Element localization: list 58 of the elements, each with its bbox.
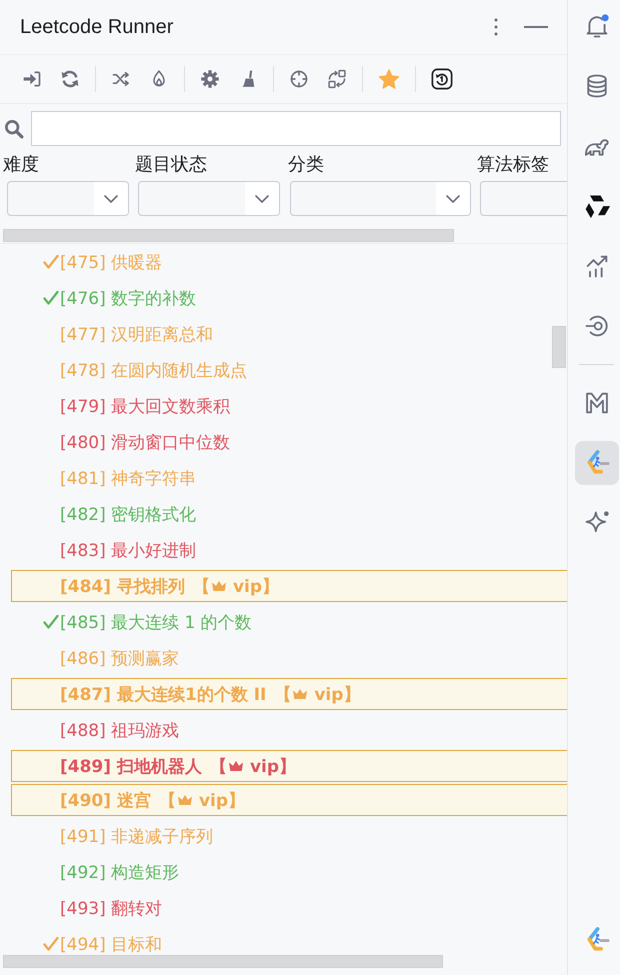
- horizontal-scrollbar-thumb[interactable]: [3, 229, 454, 242]
- problem-title[interactable]: [476] 数字的补数: [60, 286, 196, 310]
- panel-title: Leetcode Runner: [20, 16, 174, 38]
- horizontal-scrollbar-thumb[interactable]: [3, 955, 443, 968]
- tag-bracket: 【: [192, 576, 210, 598]
- star-icon[interactable]: [378, 68, 400, 90]
- problem-title[interactable]: [493] 翻转对: [60, 896, 162, 920]
- chevron-down-icon: [255, 194, 269, 202]
- history-icon[interactable]: [431, 68, 453, 90]
- tag-bracket: 【: [210, 756, 227, 778]
- crosshair-icon[interactable]: [289, 69, 309, 89]
- filter-label: 难度: [3, 153, 40, 175]
- swap-icon[interactable]: [327, 69, 347, 89]
- search-icon[interactable]: [3, 118, 25, 140]
- problem-title[interactable]: [477] 汉明距离总和: [60, 322, 214, 346]
- problem-title[interactable]: [491] 非递减子序列: [60, 824, 214, 848]
- problem-title[interactable]: [481] 神奇字符串: [60, 466, 196, 490]
- crown-icon: [210, 580, 227, 592]
- problem-title[interactable]: [488] 祖玛游戏: [60, 718, 180, 742]
- vip-label: vip】: [232, 576, 280, 598]
- problem-title[interactable]: [478] 在圆内随机生成点: [60, 358, 248, 382]
- problem-title[interactable]: [486] 预测赢家: [60, 646, 180, 670]
- problem-row[interactable]: [490] 迷宫 【 vip】: [11, 784, 567, 816]
- problem-title[interactable]: [494] 目标和: [60, 932, 162, 955]
- chevron-down-icon: [446, 194, 460, 202]
- vip-label: vip】: [198, 790, 246, 812]
- problem-title[interactable]: [482] 密钥格式化: [60, 502, 196, 526]
- crown-icon: [228, 760, 244, 772]
- filter-label: 算法标签: [477, 153, 550, 175]
- vertical-scrollbar-thumb[interactable]: [552, 326, 566, 368]
- chevron-down-icon: [104, 194, 118, 202]
- refresh-icon[interactable]: [60, 69, 80, 89]
- problem-title[interactable]: [483] 最小好进制: [60, 538, 196, 562]
- problem-title[interactable]: [480] 滑动窗口中位数: [60, 430, 230, 454]
- problem-row[interactable]: [484] 寻找排列 【 vip】: [11, 570, 567, 602]
- problem-title[interactable]: [479] 最大回文数乘积: [60, 394, 230, 418]
- shuffle-icon[interactable]: [111, 69, 131, 89]
- kebab-menu-icon[interactable]: [494, 18, 498, 36]
- vip-label: vip】: [250, 756, 296, 778]
- settings-icon[interactable]: [200, 69, 220, 89]
- sign-in-icon[interactable]: [22, 69, 42, 89]
- problem-title[interactable]: [484] 寻找排列: [60, 574, 185, 598]
- problem-row[interactable]: [489] 扫地机器人 【 vip】: [11, 750, 567, 782]
- problem-title[interactable]: [490] 迷宫: [60, 788, 151, 812]
- tag-bracket: 【: [274, 684, 292, 706]
- problem-title[interactable]: [489] 扫地机器人: [60, 754, 202, 778]
- crown-icon: [176, 794, 193, 806]
- crown-icon: [292, 688, 308, 700]
- problem-title[interactable]: [475] 供暖器: [60, 250, 162, 274]
- problem-title[interactable]: [492] 构造矩形: [60, 860, 180, 884]
- vip-label: vip】: [314, 684, 360, 706]
- filter-label: 分类: [288, 153, 325, 175]
- problem-row[interactable]: [487] 最大连续1的个数 II 【 vip】: [11, 678, 567, 710]
- problem-title[interactable]: [485] 最大连续 1 的个数: [60, 610, 252, 634]
- tag-bracket: 【: [158, 790, 176, 812]
- search-field[interactable]: [31, 111, 561, 146]
- filter-label: 题目状态: [135, 153, 208, 175]
- problem-title[interactable]: [487] 最大连续1的个数 II: [60, 682, 266, 706]
